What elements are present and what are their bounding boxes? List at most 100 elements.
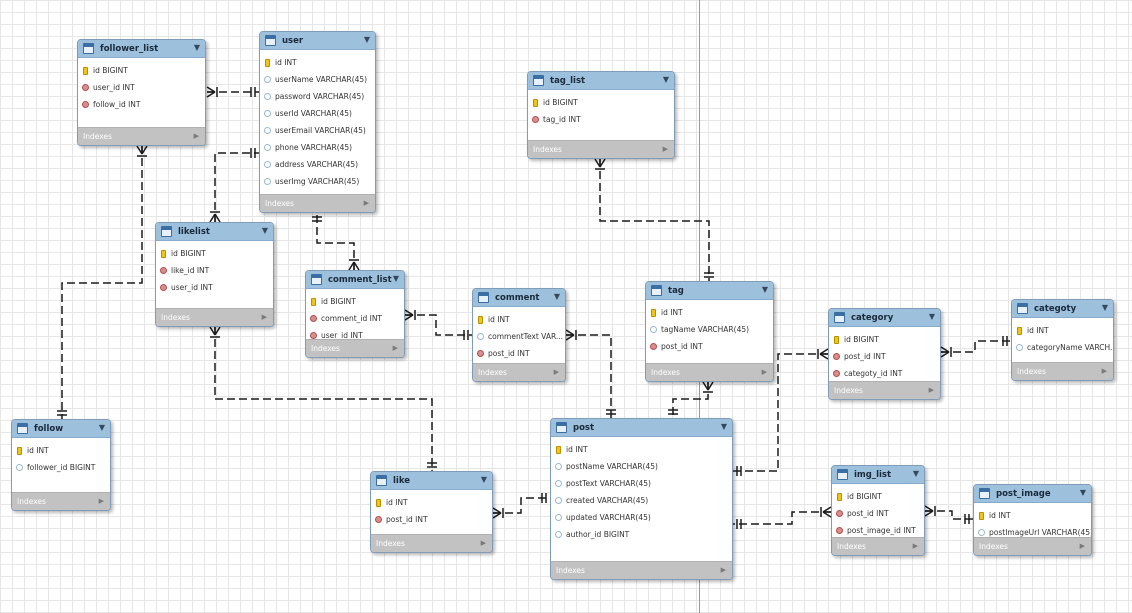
entity-header[interactable]: comment ▼ (473, 289, 565, 307)
column-row[interactable]: password VARCHAR(45) (260, 88, 375, 105)
expand-arrow-icon[interactable]: ▶ (364, 199, 369, 207)
column-row[interactable]: id BIGINT (156, 245, 273, 262)
column-row[interactable]: updated VARCHAR(45) (551, 509, 732, 526)
expand-arrow-icon[interactable]: ▶ (663, 145, 668, 153)
collapse-toggle-icon[interactable]: ▼ (762, 285, 768, 294)
expand-arrow-icon[interactable]: ▶ (393, 344, 398, 352)
entity-header[interactable]: post_image ▼ (974, 485, 1091, 503)
collapse-toggle-icon[interactable]: ▼ (481, 475, 487, 484)
column-row[interactable]: id BIGINT (78, 62, 205, 79)
collapse-toggle-icon[interactable]: ▼ (99, 423, 105, 432)
collapse-toggle-icon[interactable]: ▼ (554, 292, 560, 301)
entity-follower-list[interactable]: follower_list ▼ id BIGINT user_id INT follow… (77, 39, 206, 146)
collapse-toggle-icon[interactable]: ▼ (1080, 488, 1086, 497)
collapse-toggle-icon[interactable]: ▼ (913, 469, 919, 478)
collapse-toggle-icon[interactable]: ▼ (1102, 303, 1108, 312)
entity-user[interactable]: user ▼ id INT userName VARCHAR(45) password … (259, 31, 376, 213)
column-row[interactable]: id BIGINT (832, 488, 924, 505)
entity-header[interactable]: follower_list ▼ (78, 40, 205, 58)
column-row[interactable]: tagName VARCHAR(45) (646, 321, 773, 338)
entity-header[interactable]: tag ▼ (646, 282, 773, 300)
column-row[interactable]: id INT (12, 442, 110, 459)
entity-comment-list[interactable]: comment_list ▼ id BIGINT comment_id INT user… (305, 270, 405, 358)
column-row[interactable]: id INT (974, 507, 1091, 524)
collapse-toggle-icon[interactable]: ▼ (393, 274, 399, 283)
indexes-footer[interactable]: Indexes ▶ (832, 537, 924, 555)
entity-tag[interactable]: tag ▼ id INT tagName VARCHAR(45) post_id INT… (645, 281, 774, 382)
indexes-footer[interactable]: Indexes ▶ (974, 537, 1091, 555)
column-row[interactable]: follower_id BIGINT (12, 459, 110, 476)
erd-canvas[interactable]: follower_list ▼ id BIGINT user_id INT follow… (0, 0, 1132, 613)
column-row[interactable]: post_id INT (829, 348, 940, 365)
entity-header[interactable]: categoty ▼ (1012, 300, 1113, 318)
column-row[interactable]: postName VARCHAR(45) (551, 458, 732, 475)
column-row[interactable]: post_id INT (371, 511, 492, 528)
expand-arrow-icon[interactable]: ▶ (762, 368, 767, 376)
entity-categoty[interactable]: categoty ▼ id INT categoryName VARCH... Inde… (1011, 299, 1114, 381)
entity-post[interactable]: post ▼ id INT postName VARCHAR(45) postText … (550, 418, 733, 580)
column-row[interactable]: created VARCHAR(45) (551, 492, 732, 509)
column-row[interactable]: address VARCHAR(45) (260, 156, 375, 173)
collapse-toggle-icon[interactable]: ▼ (929, 312, 935, 321)
column-row[interactable]: id INT (260, 54, 375, 71)
entity-likelist[interactable]: likelist ▼ id BIGINT like_id INT user_id INT… (155, 222, 274, 327)
indexes-footer[interactable]: Indexes ▶ (12, 492, 110, 510)
entity-category[interactable]: category ▼ id BIGINT post_id INT categoty_id… (828, 308, 941, 400)
entity-tag-list[interactable]: tag_list ▼ id BIGINT tag_id INT Indexes ▶ (527, 71, 675, 159)
entity-header[interactable]: category ▼ (829, 309, 940, 327)
column-row[interactable]: id INT (551, 441, 732, 458)
collapse-toggle-icon[interactable]: ▼ (364, 35, 370, 44)
column-row[interactable]: phone VARCHAR(45) (260, 139, 375, 156)
column-row[interactable]: tag_id INT (528, 111, 674, 128)
column-row[interactable]: post_id INT (473, 345, 565, 362)
entity-like[interactable]: like ▼ id INT post_id INT Indexes ▶ (370, 471, 493, 553)
entity-header[interactable]: follow ▼ (12, 420, 110, 438)
indexes-footer[interactable]: Indexes ▶ (306, 339, 404, 357)
column-row[interactable]: id INT (473, 311, 565, 328)
column-row[interactable]: like_id INT (156, 262, 273, 279)
expand-arrow-icon[interactable]: ▶ (1080, 542, 1085, 550)
column-row[interactable]: id BIGINT (829, 331, 940, 348)
column-row[interactable]: userImg VARCHAR(45) (260, 173, 375, 190)
indexes-footer[interactable]: Indexes ▶ (156, 308, 273, 326)
entity-header[interactable]: like ▼ (371, 472, 492, 490)
entity-follow[interactable]: follow ▼ id INT follower_id BIGINT Indexes ▶ (11, 419, 111, 511)
column-row[interactable]: post_id INT (832, 505, 924, 522)
entity-header[interactable]: post ▼ (551, 419, 732, 437)
expand-arrow-icon[interactable]: ▶ (262, 313, 267, 321)
expand-arrow-icon[interactable]: ▶ (99, 497, 104, 505)
expand-arrow-icon[interactable]: ▶ (721, 566, 726, 574)
expand-arrow-icon[interactable]: ▶ (554, 368, 559, 376)
expand-arrow-icon[interactable]: ▶ (194, 132, 199, 140)
entity-header[interactable]: tag_list ▼ (528, 72, 674, 90)
column-row[interactable]: id INT (371, 494, 492, 511)
column-row[interactable]: comment_id INT (306, 310, 404, 327)
column-row[interactable]: post_id INT (646, 338, 773, 355)
entity-header[interactable]: likelist ▼ (156, 223, 273, 241)
column-row[interactable]: categoty_id INT (829, 365, 940, 382)
entity-img-list[interactable]: img_list ▼ id BIGINT post_id INT post_image_… (831, 465, 925, 556)
entity-comment[interactable]: comment ▼ id INT commentText VAR... post_id … (472, 288, 566, 382)
column-row[interactable]: follow_id INT (78, 96, 205, 113)
column-row[interactable]: commentText VAR... (473, 328, 565, 345)
collapse-toggle-icon[interactable]: ▼ (663, 75, 669, 84)
indexes-footer[interactable]: Indexes ▶ (371, 534, 492, 552)
column-row[interactable]: user_id INT (156, 279, 273, 296)
indexes-footer[interactable]: Indexes ▶ (260, 194, 375, 212)
column-row[interactable]: id INT (646, 304, 773, 321)
collapse-toggle-icon[interactable]: ▼ (721, 422, 727, 431)
entity-header[interactable]: comment_list ▼ (306, 271, 404, 289)
column-row[interactable]: userId VARCHAR(45) (260, 105, 375, 122)
indexes-footer[interactable]: Indexes ▶ (78, 127, 205, 145)
indexes-footer[interactable]: Indexes ▶ (551, 561, 732, 579)
expand-arrow-icon[interactable]: ▶ (1102, 367, 1107, 375)
column-row[interactable]: postText VARCHAR(45) (551, 475, 732, 492)
column-row[interactable]: id BIGINT (306, 293, 404, 310)
column-row[interactable]: user_id INT (78, 79, 205, 96)
collapse-toggle-icon[interactable]: ▼ (262, 226, 268, 235)
indexes-footer[interactable]: Indexes ▶ (528, 140, 674, 158)
column-row[interactable]: id INT (1012, 322, 1113, 339)
column-row[interactable]: userEmail VARCHAR(45) (260, 122, 375, 139)
indexes-footer[interactable]: Indexes ▶ (646, 363, 773, 381)
entity-post-image[interactable]: post_image ▼ id INT postImageUrl VARCHAR(45… (973, 484, 1092, 556)
